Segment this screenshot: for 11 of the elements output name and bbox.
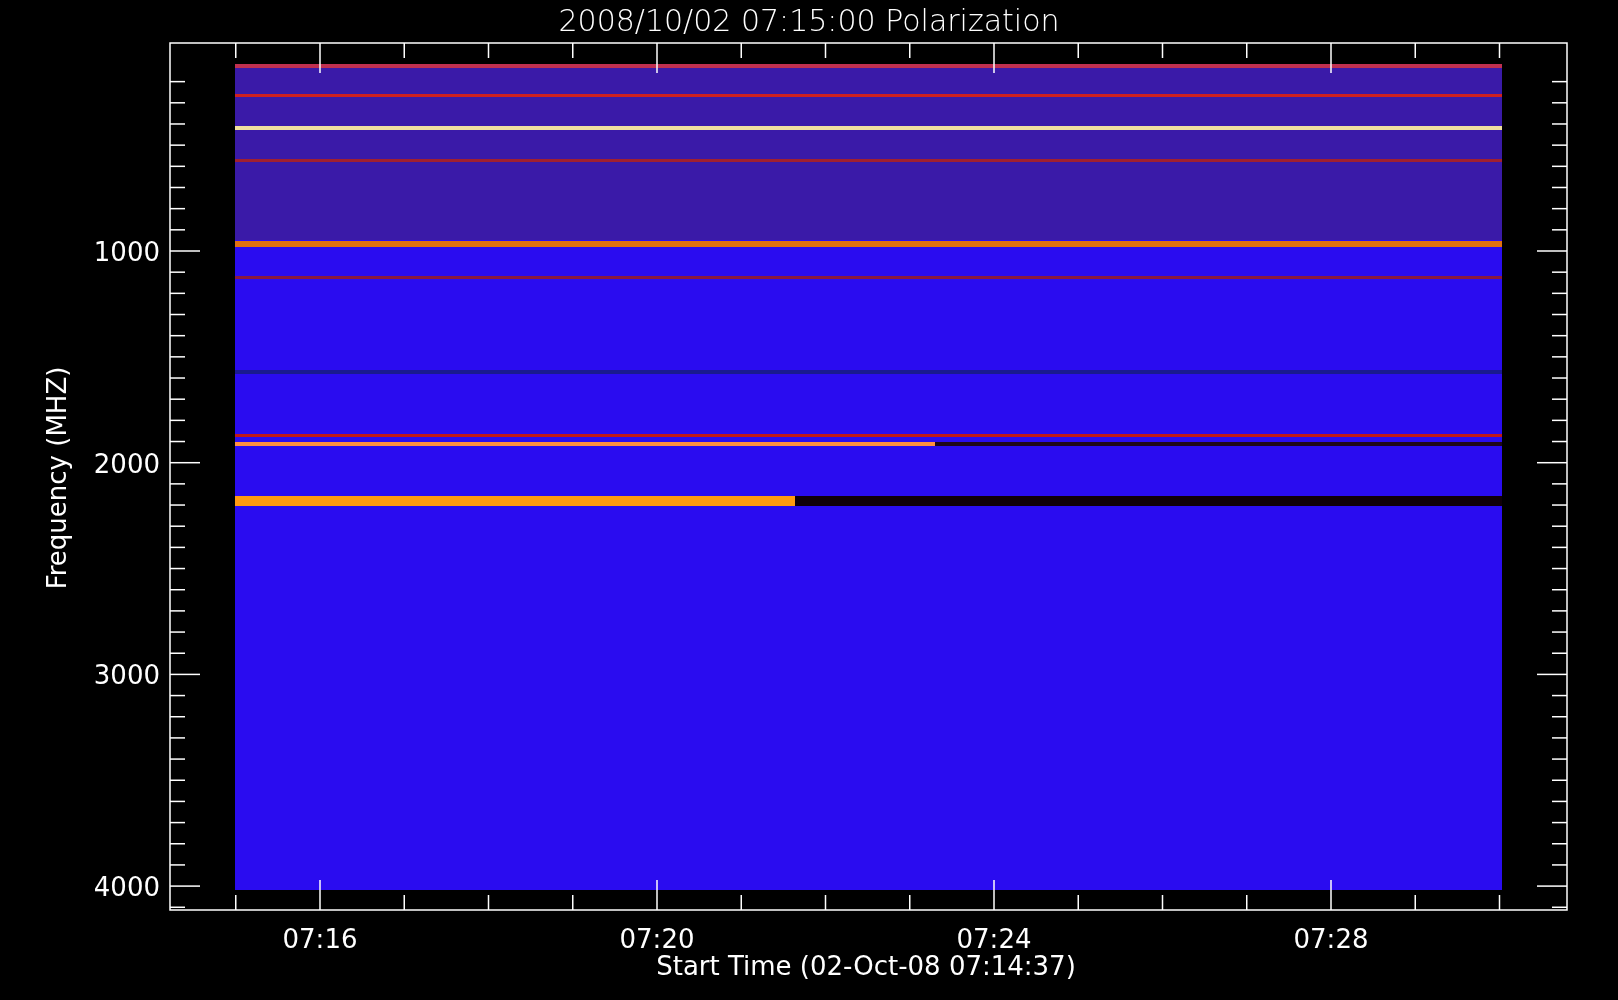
y-tick-label: 1000 xyxy=(93,237,160,267)
chart-title: 2008/10/02 07:15:00 Polarization xyxy=(558,3,1060,38)
x-tick-label: 07:28 xyxy=(1293,924,1369,954)
x-tick-label: 07:20 xyxy=(619,924,695,954)
x-tick-label: 07:16 xyxy=(282,924,358,954)
x-tick-label: 07:24 xyxy=(956,924,1032,954)
y-tick-label: 2000 xyxy=(93,448,160,479)
y-tick-label: 4000 xyxy=(93,872,160,903)
y-tick-label: 3000 xyxy=(93,660,160,691)
x-axis-title: Start Time (02-Oct-08 07:14:37) xyxy=(656,951,1076,981)
y-axis-title: Frequency (MHZ) xyxy=(42,366,72,590)
